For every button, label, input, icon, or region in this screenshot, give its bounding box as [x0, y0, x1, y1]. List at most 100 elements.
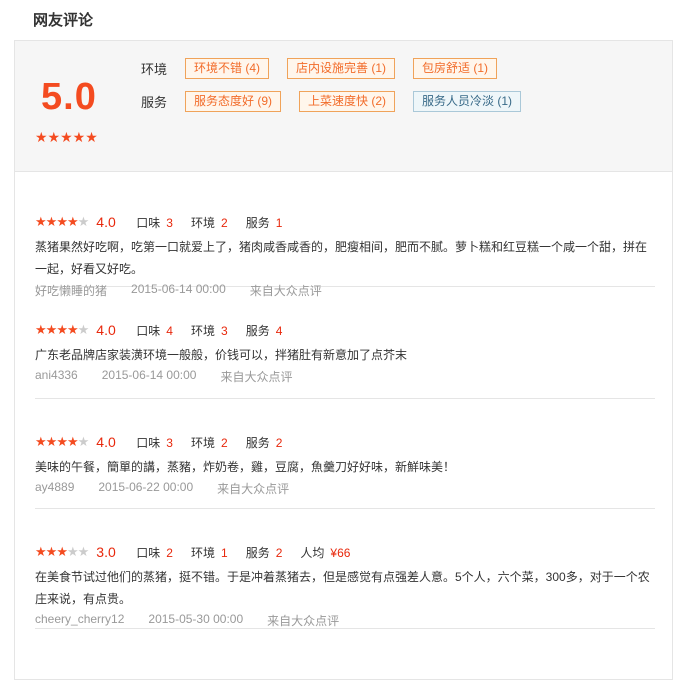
sub-score-label: 口味	[136, 545, 161, 560]
sub-score-label: 口味	[136, 435, 161, 450]
tag-chip-negative[interactable]: 服务人员冷淡 (1)	[413, 91, 522, 112]
sub-score-value: ¥66	[330, 545, 351, 560]
review-user[interactable]: ani4336	[35, 368, 78, 385]
star-icon: ★	[66, 214, 79, 229]
sub-score: 服务 2	[246, 544, 283, 561]
review-header: ★★★★★ 4.0 口味 3 环境 2 服务 1	[35, 212, 655, 232]
sub-score-value: 2	[275, 435, 283, 450]
sub-score-label: 环境	[190, 323, 215, 338]
review-item: ★★★★★ 3.0 口味 2 环境 1 服务 2 人均 ¥66 在美食节试过他们的蒸猪，挺不错。于是…	[35, 509, 655, 629]
tag-chip[interactable]: 上菜速度快 (2)	[299, 91, 396, 112]
sub-score: 环境 1	[191, 544, 228, 561]
sub-score: 服务 4	[246, 322, 283, 339]
star-icon: ★	[35, 544, 47, 559]
overall-stars-icon: ★★★★★	[35, 129, 98, 145]
review-item: ★★★★★ 4.0 口味 3 环境 2 服务 2 美味的午餐，簡單的講，蒸豬，炸奶卷，雞，豆腐，…	[35, 399, 655, 509]
review-source: 来自大众点评	[267, 614, 340, 628]
review-source: 来自大众点评	[217, 482, 290, 496]
review-rating: 4.0	[96, 434, 116, 450]
star-icon: ★	[56, 544, 68, 559]
review-item: ★★★★★ 4.0 口味 4 环境 3 服务 4 广东老品牌店家装潢环境一般般，价钱可以，拌猪肚…	[35, 287, 655, 399]
rating-summary: 5.0 ★★★★★ 环境 环境不错 (4) 店内设施完善 (1) 包房舒适 (1…	[15, 41, 672, 172]
review-meta: ani4336 2015-06-14 00:00 来自大众点评	[35, 368, 655, 385]
star-icon: ★	[35, 322, 47, 337]
sub-score: 口味 4	[136, 322, 173, 339]
sub-score-label: 环境	[190, 545, 215, 560]
star-icon: ★	[56, 214, 68, 229]
review-user[interactable]: ay4889	[35, 480, 74, 497]
review-date: 2015-06-22 00:00	[98, 480, 194, 494]
tag-row-label: 环境	[141, 62, 168, 77]
overall-score: 5.0	[41, 76, 97, 118]
sub-score-value: 2	[221, 215, 228, 230]
review-source: 来自大众点评	[220, 370, 293, 384]
review-header: ★★★★★ 3.0 口味 2 环境 1 服务 2 人均 ¥66	[35, 542, 655, 562]
sub-score: 环境 3	[191, 322, 228, 339]
sub-score-value: 3	[221, 323, 228, 338]
sub-score-value: 1	[275, 215, 283, 230]
review-rating: 3.0	[96, 544, 116, 560]
review-text: 在美食节试过他们的蒸猪，挺不错。于是冲着蒸猪去，但是感觉有点强差人意。5个人，六…	[35, 570, 650, 606]
tag-chip[interactable]: 包房舒适 (1)	[413, 58, 498, 79]
tag-chip[interactable]: 环境不错 (4)	[185, 58, 270, 79]
sub-score-label: 服务	[245, 545, 270, 560]
sub-score-value: 4	[275, 323, 283, 338]
star-icon: ★	[66, 544, 79, 559]
star-icon: ★	[77, 322, 90, 337]
sub-score: 服务 1	[246, 214, 283, 231]
star-icon: ★	[77, 434, 90, 449]
review-stars: ★★★★★	[35, 544, 90, 560]
review-rating: 4.0	[96, 322, 116, 338]
sub-score: 口味 2	[136, 544, 173, 561]
review-stars: ★★★★★	[35, 214, 90, 230]
sub-score: 环境 2	[191, 434, 228, 451]
sub-score-label: 环境	[190, 215, 215, 230]
sub-score: 口味 3	[136, 434, 173, 451]
sub-score: 服务 2	[246, 434, 283, 451]
sub-score-label: 口味	[136, 215, 161, 230]
review-meta: ay4889 2015-06-22 00:00 来自大众点评	[35, 480, 655, 497]
review-user[interactable]: cheery_cherry12	[35, 612, 124, 629]
review-meta: cheery_cherry12 2015-05-30 00:00 来自大众点评	[35, 612, 655, 629]
sub-score: 环境 2	[191, 214, 228, 231]
review-date: 2015-06-14 00:00	[101, 368, 197, 382]
sub-score-value: 4	[166, 323, 173, 338]
sub-score-label: 服务	[245, 435, 270, 450]
review-text: 美味的午餐，簡單的講，蒸豬，炸奶卷，雞，豆腐，魚羹刀好好味，新鮮味美！	[35, 460, 456, 474]
review-list: ★★★★★ 4.0 口味 3 环境 2 服务 1 蒸猪果然好吃啊，吃第一口就爱上了，猪肉咸香咸香…	[35, 172, 655, 629]
review-stars: ★★★★★	[35, 434, 90, 450]
star-icon: ★	[35, 434, 47, 449]
review-text: 广东老品牌店家装潢环境一般般，价钱可以，拌猪肚有新意加了点芥末	[35, 348, 408, 362]
star-icon: ★	[45, 322, 58, 337]
star-icon: ★	[56, 322, 68, 337]
sub-score-value: 2	[166, 545, 173, 560]
tag-row-label: 服务	[141, 95, 168, 110]
review-item: ★★★★★ 4.0 口味 3 环境 2 服务 1 蒸猪果然好吃啊，吃第一口就爱上了，猪肉咸香咸香…	[35, 172, 655, 298]
sub-score: 人均 ¥66	[300, 544, 350, 561]
sub-score-label: 人均	[300, 545, 325, 560]
sub-score-value: 3	[166, 215, 173, 230]
star-icon: ★	[45, 544, 58, 559]
star-icon: ★	[77, 544, 90, 559]
sub-score-value: 1	[221, 545, 228, 560]
star-icon: ★	[66, 322, 79, 337]
sub-score-label: 服务	[245, 323, 270, 338]
star-icon: ★	[35, 214, 47, 229]
tag-chip[interactable]: 服务态度好 (9)	[185, 91, 282, 112]
tag-chip[interactable]: 店内设施完善 (1)	[287, 58, 396, 79]
review-header: ★★★★★ 4.0 口味 3 环境 2 服务 2	[35, 432, 655, 452]
star-icon: ★	[56, 434, 68, 449]
review-header: ★★★★★ 4.0 口味 4 环境 3 服务 4	[35, 320, 655, 340]
sub-score-label: 环境	[190, 435, 215, 450]
page-title: 网友评论	[33, 12, 94, 29]
sub-score-label: 口味	[136, 323, 161, 338]
star-icon: ★	[77, 214, 90, 229]
sub-score: 口味 3	[136, 214, 173, 231]
review-rating: 4.0	[96, 214, 116, 230]
review-stars: ★★★★★	[35, 322, 90, 338]
sub-score-value: 2	[275, 545, 283, 560]
star-icon: ★	[66, 434, 79, 449]
review-panel: 5.0 ★★★★★ 环境 环境不错 (4) 店内设施完善 (1) 包房舒适 (1…	[14, 40, 673, 680]
sub-score-value: 3	[166, 435, 173, 450]
sub-score-value: 2	[221, 435, 228, 450]
